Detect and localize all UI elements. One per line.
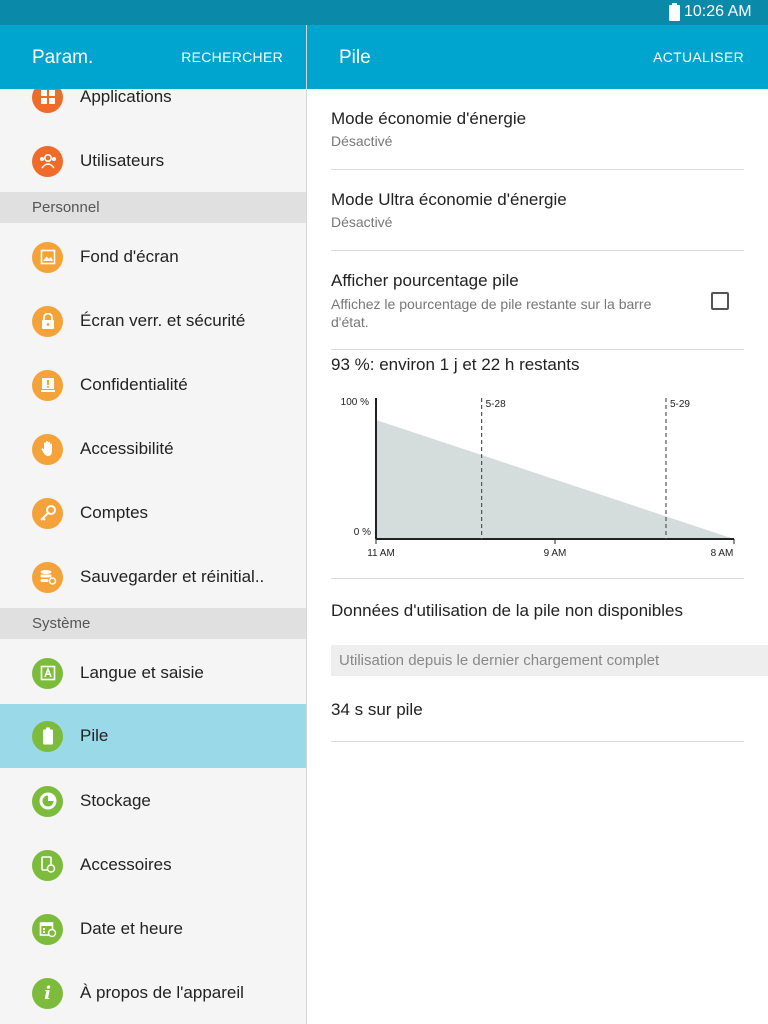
sidebar-item-label: Confidentialité <box>80 375 188 394</box>
users-icon <box>32 145 63 177</box>
sidebar-item-label: Accessoires <box>80 855 172 874</box>
sidebar-item-date-time[interactable]: Date et heure <box>0 897 306 961</box>
battery-estimate-text: 93 %: environ 1 j et 22 h restants <box>331 355 580 374</box>
on-battery-row[interactable]: 34 s sur pile <box>331 700 744 720</box>
settings-title: Param. <box>32 47 94 68</box>
power-saving-mode-title: Mode économie d'énergie <box>331 109 527 128</box>
divider <box>331 349 744 350</box>
sidebar-item-label: Écran verr. et sécurité <box>80 311 246 330</box>
ultra-power-saving-mode-title: Mode Ultra économie d'énergie <box>331 190 567 209</box>
day-marker-label: 5-28 <box>486 399 506 410</box>
battery-chart: 100 % 0 % 11 AM 9 AM 8 AM 5-28 5-29 <box>331 389 744 569</box>
day-marker-label: 5-29 <box>670 399 690 410</box>
since-full-charge-header: Utilisation depuis le dernier chargement… <box>331 645 768 676</box>
sidebar-item-users[interactable]: Utilisateurs <box>0 129 306 193</box>
battery-level-area <box>376 419 734 539</box>
divider <box>331 250 744 251</box>
refresh-button[interactable]: ACTUALISER <box>653 49 744 65</box>
battery-header: Pile ACTUALISER <box>307 25 768 89</box>
sidebar-item-about-device[interactable]: i À propos de l'appareil <box>0 961 306 1024</box>
sidebar-item-label: À propos de l'appareil <box>80 983 244 1002</box>
divider <box>331 169 744 170</box>
backup-icon <box>32 561 63 593</box>
usage-unavailable: Données d'utilisation de la pile non dis… <box>331 601 744 621</box>
settings-sidebar: Applications Utilisateurs Personnel Fond… <box>0 89 306 1024</box>
sidebar-item-label: Pile <box>80 726 109 745</box>
section-header-systeme: Système <box>0 608 306 639</box>
sidebar-item-accessories[interactable]: Accessoires <box>0 833 306 897</box>
settings-header: Param. RECHERCHER <box>0 25 306 89</box>
sidebar-item-applications[interactable]: Applications <box>0 89 306 129</box>
search-button[interactable]: RECHERCHER <box>181 49 283 65</box>
key-icon <box>32 497 63 529</box>
power-saving-mode-state: Désactivé <box>331 133 393 149</box>
privacy-icon <box>32 369 63 401</box>
lock-icon <box>32 305 63 337</box>
sidebar-item-backup-reset[interactable]: Sauvegarder et réinitial.. <box>0 545 306 609</box>
section-title: Système <box>32 615 91 632</box>
status-time: 10:26 AM <box>684 3 752 20</box>
sidebar-item-accessibility[interactable]: Accessibilité <box>0 417 306 481</box>
sidebar-item-label: Accessibilité <box>80 439 174 458</box>
x-tick-label: 9 AM <box>544 548 567 559</box>
info-icon: i <box>32 977 63 1009</box>
battery-status-icon <box>669 3 680 21</box>
accessories-icon <box>32 849 63 881</box>
battery-chart-svg: 100 % 0 % 11 AM 9 AM 8 AM 5-28 5-29 <box>341 397 735 559</box>
battery-settings-pane: Mode économie d'énergie Désactivé Mode U… <box>307 89 768 1024</box>
sidebar-item-label: Comptes <box>80 503 149 522</box>
y-tick-label-bottom: 0 % <box>354 527 371 538</box>
sidebar-item-wallpaper[interactable]: Fond d'écran <box>0 225 306 289</box>
sidebar-item-lock-screen-security[interactable]: Écran verr. et sécurité <box>0 289 306 353</box>
y-tick-label-top: 100 % <box>341 397 369 408</box>
section-header-personnel: Personnel <box>0 192 306 223</box>
hand-icon <box>32 433 63 465</box>
sidebar-item-battery[interactable]: Pile <box>0 704 306 768</box>
usage-unavailable-text: Données d'utilisation de la pile non dis… <box>331 601 683 620</box>
wallpaper-icon <box>32 241 63 273</box>
calendar-icon <box>32 913 63 945</box>
sidebar-item-label: Fond d'écran <box>80 247 179 266</box>
status-bar: 10:26 AM <box>0 0 768 25</box>
sidebar-item-accounts[interactable]: Comptes <box>0 481 306 545</box>
show-percentage-description: Affichez le pourcentage de pile restante… <box>331 296 652 330</box>
apps-grid-icon <box>32 89 63 113</box>
divider <box>331 741 744 742</box>
show-percentage-checkbox[interactable] <box>711 292 729 310</box>
sidebar-item-privacy[interactable]: Confidentialité <box>0 353 306 417</box>
power-saving-mode-row[interactable]: Mode économie d'énergie Désactivé <box>331 109 744 149</box>
sidebar-item-label: Utilisateurs <box>80 151 165 170</box>
page-title: Pile <box>339 47 371 68</box>
show-percentage-title: Afficher pourcentage pile <box>331 271 519 290</box>
battery-icon <box>32 720 63 752</box>
sidebar-item-label: Date et heure <box>80 919 184 938</box>
storage-icon <box>32 785 63 817</box>
x-tick-label: 11 AM <box>367 548 395 559</box>
language-icon <box>32 657 63 689</box>
sidebar-item-label: Stockage <box>80 791 151 810</box>
on-battery-text: 34 s sur pile <box>331 700 423 719</box>
section-title: Personnel <box>32 199 100 216</box>
sidebar-item-label: Applications <box>80 89 172 106</box>
x-tick-label: 8 AM <box>711 548 734 559</box>
ultra-power-saving-mode-row[interactable]: Mode Ultra économie d'énergie Désactivé <box>331 190 744 230</box>
show-percentage-row[interactable]: Afficher pourcentage pile Affichez le po… <box>331 271 691 331</box>
sidebar-item-label: Sauvegarder et réinitial.. <box>80 567 265 586</box>
since-full-charge-title: Utilisation depuis le dernier chargement… <box>339 652 660 669</box>
sidebar-item-label: Langue et saisie <box>80 663 204 682</box>
sidebar-item-storage[interactable]: Stockage <box>0 769 306 833</box>
sidebar-item-language-input[interactable]: Langue et saisie <box>0 641 306 705</box>
ultra-power-saving-mode-state: Désactivé <box>331 214 393 230</box>
divider <box>331 578 744 579</box>
battery-estimate: 93 %: environ 1 j et 22 h restants <box>331 355 744 375</box>
